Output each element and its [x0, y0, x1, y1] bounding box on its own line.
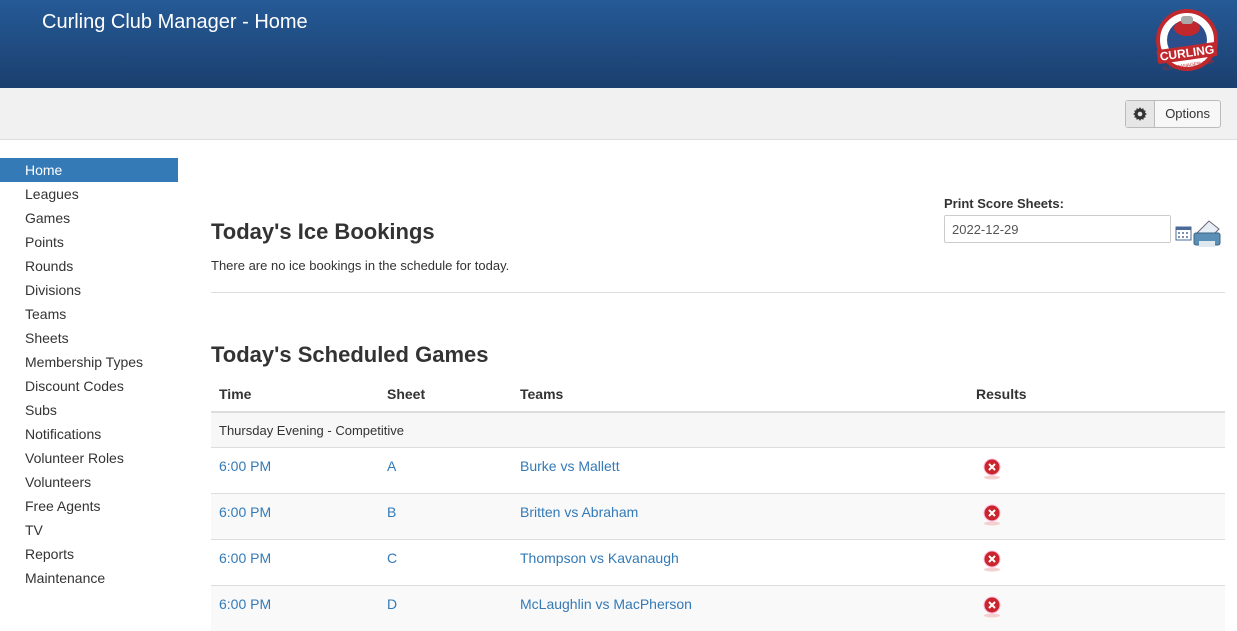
column-header-time: Time: [211, 377, 379, 413]
divider: [211, 292, 1225, 293]
no-bookings-message: There are no ice bookings in the schedul…: [211, 258, 510, 273]
sidebar-item-membership-types[interactable]: Membership Types: [0, 350, 178, 374]
curling-club-manager-logo[interactable]: CURLING CLUBMANAGER.COM: [1155, 4, 1219, 76]
remove-result-icon[interactable]: [983, 550, 1001, 572]
sidebar-item-games[interactable]: Games: [0, 206, 178, 230]
app-header: Curling Club Manager - Home CURLING CLUB…: [0, 0, 1237, 88]
group-label: Thursday Evening - Competitive: [211, 411, 1225, 447]
game-teams-link[interactable]: McLaughlin vs MacPherson: [520, 596, 692, 612]
games-table: Time Sheet Teams Results Thursday Evenin…: [211, 377, 1225, 631]
game-sheet-link[interactable]: A: [387, 458, 396, 474]
sidebar-item-sheets[interactable]: Sheets: [0, 326, 178, 350]
sidebar-item-divisions[interactable]: Divisions: [0, 278, 178, 302]
game-time-link[interactable]: 6:00 PM: [219, 458, 271, 474]
sidebar-nav: Home Leagues Games Points Rounds Divisions Tea…: [0, 158, 178, 590]
table-row: 6:00 PM D McLaughlin vs MacPherson: [211, 584, 1225, 631]
remove-result-icon[interactable]: [983, 504, 1001, 526]
sidebar-item-home[interactable]: Home: [0, 158, 178, 182]
sidebar-item-discount-codes[interactable]: Discount Codes: [0, 374, 178, 398]
remove-result-icon[interactable]: [983, 458, 1001, 480]
table-row: 6:00 PM A Burke vs Mallett: [211, 446, 1225, 493]
game-time-link[interactable]: 6:00 PM: [219, 596, 271, 612]
sidebar-item-volunteers[interactable]: Volunteers: [0, 470, 178, 494]
calendar-printer-icon[interactable]: [1175, 219, 1223, 249]
sidebar-item-maintenance[interactable]: Maintenance: [0, 566, 178, 590]
ice-bookings-heading: Today's Ice Bookings: [211, 219, 435, 244]
game-teams-link[interactable]: Thompson vs Kavanaugh: [520, 550, 679, 566]
column-header-sheet: Sheet: [379, 377, 512, 413]
toolbar: Options: [0, 88, 1237, 140]
sidebar-item-points[interactable]: Points: [0, 230, 178, 254]
page-title: Curling Club Manager - Home: [42, 11, 308, 33]
scheduled-games-heading: Today's Scheduled Games: [211, 342, 489, 367]
gear-icon[interactable]: [1126, 101, 1156, 127]
sidebar-item-volunteer-roles[interactable]: Volunteer Roles: [0, 446, 178, 470]
sidebar-item-free-agents[interactable]: Free Agents: [0, 494, 178, 518]
options-button[interactable]: Options: [1125, 100, 1221, 128]
remove-result-icon[interactable]: [983, 596, 1001, 618]
game-time-link[interactable]: 6:00 PM: [219, 550, 271, 566]
game-teams-link[interactable]: Britten vs Abraham: [520, 504, 638, 520]
game-time-link[interactable]: 6:00 PM: [219, 504, 271, 520]
game-sheet-link[interactable]: D: [387, 596, 397, 612]
game-teams-link[interactable]: Burke vs Mallett: [520, 458, 620, 474]
print-score-sheets-label: Print Score Sheets:: [944, 196, 1064, 211]
table-row: 6:00 PM C Thompson vs Kavanaugh: [211, 538, 1225, 585]
sidebar-item-leagues[interactable]: Leagues: [0, 182, 178, 206]
group-row: Thursday Evening - Competitive: [211, 411, 1225, 447]
table-header-row: Time Sheet Teams Results: [211, 377, 1225, 413]
game-sheet-link[interactable]: C: [387, 550, 397, 566]
sidebar-item-teams[interactable]: Teams: [0, 302, 178, 326]
options-label[interactable]: Options: [1155, 101, 1220, 127]
print-date-input[interactable]: [944, 215, 1171, 243]
column-header-results: Results: [968, 377, 1225, 413]
sidebar-item-notifications[interactable]: Notifications: [0, 422, 178, 446]
sidebar-item-rounds[interactable]: Rounds: [0, 254, 178, 278]
game-sheet-link[interactable]: B: [387, 504, 396, 520]
sidebar-item-tv[interactable]: TV: [0, 518, 178, 542]
sidebar-item-reports[interactable]: Reports: [0, 542, 178, 566]
sidebar-item-subs[interactable]: Subs: [0, 398, 178, 422]
column-header-teams: Teams: [512, 377, 968, 413]
table-row: 6:00 PM B Britten vs Abraham: [211, 492, 1225, 539]
